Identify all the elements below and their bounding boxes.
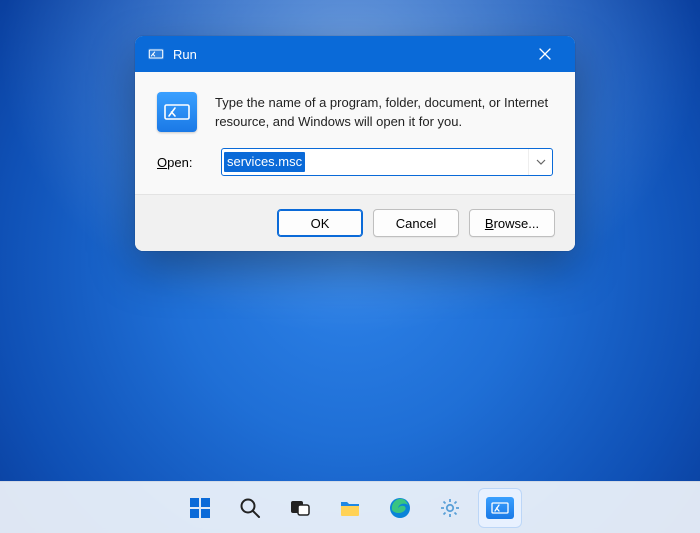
edge-button[interactable] (378, 488, 422, 528)
taskbar (0, 481, 700, 533)
task-view-button[interactable] (278, 488, 322, 528)
titlebar[interactable]: Run (135, 36, 575, 72)
run-large-icon (157, 92, 197, 132)
window-title: Run (173, 47, 197, 62)
open-combobox[interactable]: services.msc (221, 148, 553, 176)
open-label: Open: (157, 155, 207, 170)
desktop: Run Type the name of a program, folder, … (0, 0, 700, 533)
run-mini-icon (486, 497, 514, 519)
ok-button[interactable]: OK (277, 209, 363, 237)
chevron-down-icon[interactable] (528, 149, 552, 175)
close-button[interactable] (523, 36, 567, 72)
run-icon (147, 45, 165, 63)
start-button[interactable] (178, 488, 222, 528)
browse-button[interactable]: Browse... (469, 209, 555, 237)
run-taskbar-button[interactable] (478, 488, 522, 528)
cancel-button[interactable]: Cancel (373, 209, 459, 237)
search-button[interactable] (228, 488, 272, 528)
file-explorer-button[interactable] (328, 488, 372, 528)
description-text: Type the name of a program, folder, docu… (215, 92, 553, 132)
settings-button[interactable] (428, 488, 472, 528)
run-dialog: Run Type the name of a program, folder, … (135, 36, 575, 251)
button-row: OK Cancel Browse... (135, 194, 575, 251)
open-input-value: services.msc (224, 152, 305, 172)
